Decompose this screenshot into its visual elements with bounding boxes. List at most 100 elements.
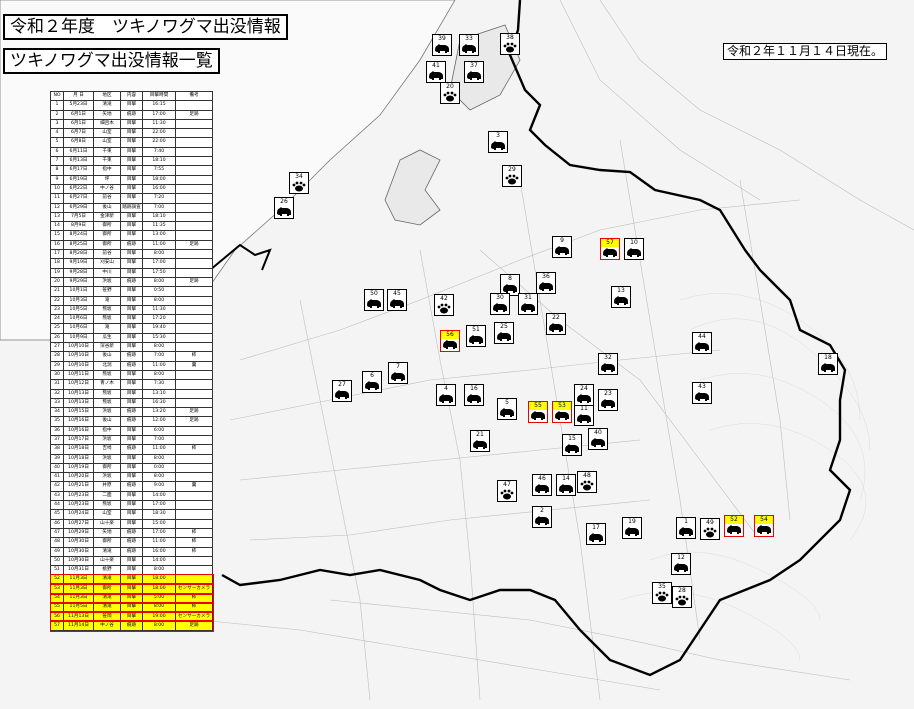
sighting-marker[interactable]: 5	[497, 398, 517, 420]
sighting-marker[interactable]: 10	[624, 238, 644, 260]
trace-marker[interactable]: 49	[700, 518, 720, 540]
sighting-marker[interactable]: 25	[494, 322, 514, 344]
table-cell: 37	[50, 434, 64, 446]
sighting-marker[interactable]: 23	[598, 389, 618, 411]
trace-marker[interactable]: 35	[652, 582, 672, 604]
sighting-marker[interactable]: 54	[754, 515, 774, 537]
sighting-marker[interactable]: 15	[562, 434, 582, 456]
sighting-marker[interactable]: 37	[464, 61, 484, 83]
table-cell: 目撃	[120, 137, 143, 148]
trace-marker[interactable]: 29	[502, 165, 522, 187]
sighting-marker[interactable]: 17	[586, 523, 606, 545]
sighting-marker[interactable]: 55	[528, 401, 548, 423]
table-cell: 滝	[93, 295, 121, 306]
marker-number: 30	[496, 294, 504, 301]
trace-marker[interactable]: 38	[500, 33, 520, 55]
table-cell: 42	[50, 481, 64, 492]
sighting-marker[interactable]: 32	[598, 353, 618, 375]
trace-marker[interactable]: 20	[440, 82, 460, 104]
sighting-marker[interactable]: 30	[490, 293, 510, 315]
marker-number: 10	[630, 239, 638, 246]
table-row: 2 6月1日 矢地 痕跡 17:00 足跡	[50, 109, 213, 120]
table-cell: 17:00	[142, 527, 176, 539]
table-cell: 足跡	[175, 109, 213, 120]
sighting-marker[interactable]: 33	[459, 34, 479, 56]
sighting-marker[interactable]: 24	[574, 384, 594, 406]
trace-marker[interactable]: 47	[497, 480, 517, 502]
table-cell	[175, 574, 213, 585]
sighting-marker[interactable]: 3	[488, 131, 508, 153]
table-cell: 16:00	[142, 183, 176, 195]
table-cell: 16:30	[142, 397, 176, 409]
sighting-marker[interactable]: 45	[387, 289, 407, 311]
marker-number: 1	[684, 518, 688, 525]
sighting-marker[interactable]: 50	[364, 289, 384, 311]
sighting-marker[interactable]: 46	[532, 474, 552, 496]
table-cell: 8:00	[142, 602, 176, 613]
sighting-marker[interactable]: 9	[552, 236, 572, 258]
table-cell: 6月29日	[63, 202, 94, 213]
page-subtitle: ツキノワグマ出没情報一覧	[3, 48, 220, 74]
sighting-marker[interactable]: 51	[466, 325, 486, 347]
sighting-marker[interactable]: 39	[432, 34, 452, 56]
table-row: 55 11月5日 清滝 目撃 8:00 柿	[49, 601, 214, 614]
sighting-marker[interactable]: 4	[436, 384, 456, 406]
marker-number: 38	[506, 34, 514, 41]
sighting-marker[interactable]: 56	[440, 330, 460, 352]
table-cell: 34	[50, 407, 64, 418]
table-cell: 8:00	[142, 369, 176, 381]
sighting-marker[interactable]: 44	[692, 332, 712, 354]
table-cell	[175, 146, 213, 158]
sighting-marker[interactable]: 27	[332, 380, 352, 402]
sighting-marker[interactable]: 12	[671, 553, 691, 575]
table-cell: 10月10日	[63, 341, 94, 353]
sighting-marker[interactable]: 53	[552, 401, 572, 423]
trace-marker[interactable]: 34	[289, 172, 309, 194]
table-cell: 坪	[93, 174, 121, 185]
table-row: 6 6月11日 千束 目撃 7:40	[50, 146, 213, 158]
sighting-marker[interactable]: 7	[388, 362, 408, 384]
table-cell: 矢地	[93, 109, 121, 120]
sighting-marker[interactable]: 14	[556, 474, 576, 496]
table-cell: 19:00	[142, 611, 176, 622]
table-cell	[175, 156, 213, 167]
sighting-marker[interactable]: 57	[600, 238, 620, 260]
sighting-marker[interactable]: 2	[532, 506, 552, 528]
trace-marker[interactable]: 42	[434, 294, 454, 316]
sighting-marker[interactable]: 40	[588, 428, 608, 450]
sighting-marker[interactable]: 11	[574, 404, 594, 426]
table-cell: 17:00	[142, 258, 176, 269]
trace-marker[interactable]: 48	[577, 471, 597, 493]
table-cell: 7	[50, 156, 64, 167]
sighting-marker[interactable]: 31	[518, 293, 538, 315]
table-cell: 8月9日	[63, 221, 94, 232]
table-cell: 10月16日	[63, 416, 94, 427]
sighting-marker[interactable]: 36	[536, 272, 556, 294]
sighting-marker[interactable]: 1	[676, 517, 696, 539]
table-cell: 10月5日	[63, 304, 94, 316]
sighting-marker[interactable]: 13	[611, 286, 631, 308]
sighting-marker[interactable]: 52	[724, 515, 744, 537]
table-cell: 8:00	[142, 472, 176, 483]
sighting-marker[interactable]: 41	[426, 61, 446, 83]
sighting-marker[interactable]: 26	[274, 197, 294, 219]
table-cell: 10月30日	[63, 546, 94, 557]
sighting-marker[interactable]: 16	[464, 384, 484, 406]
sighting-marker[interactable]: 6	[362, 371, 382, 393]
table-cell: 前谷	[93, 193, 121, 204]
table-cell: 山十楽	[93, 555, 121, 567]
table-cell: 中ノ谷	[93, 620, 121, 632]
table-cell	[175, 453, 213, 464]
marker-number: 29	[508, 166, 516, 173]
sighting-marker[interactable]: 22	[546, 313, 566, 335]
sighting-marker[interactable]: 18	[818, 353, 838, 375]
table-cell	[175, 211, 213, 223]
table-row: 24 10月6日 熊坂 目撃 17:20	[50, 314, 213, 325]
table-row: 50 10月30日 山十楽 目撃 14:00	[50, 555, 213, 567]
table-cell: 15:30	[142, 332, 176, 344]
table-cell: 目撃	[120, 602, 143, 613]
sighting-marker[interactable]: 21	[470, 430, 490, 452]
trace-marker[interactable]: 28	[672, 586, 692, 608]
sighting-marker[interactable]: 19	[622, 517, 642, 539]
sighting-marker[interactable]: 43	[692, 382, 712, 404]
